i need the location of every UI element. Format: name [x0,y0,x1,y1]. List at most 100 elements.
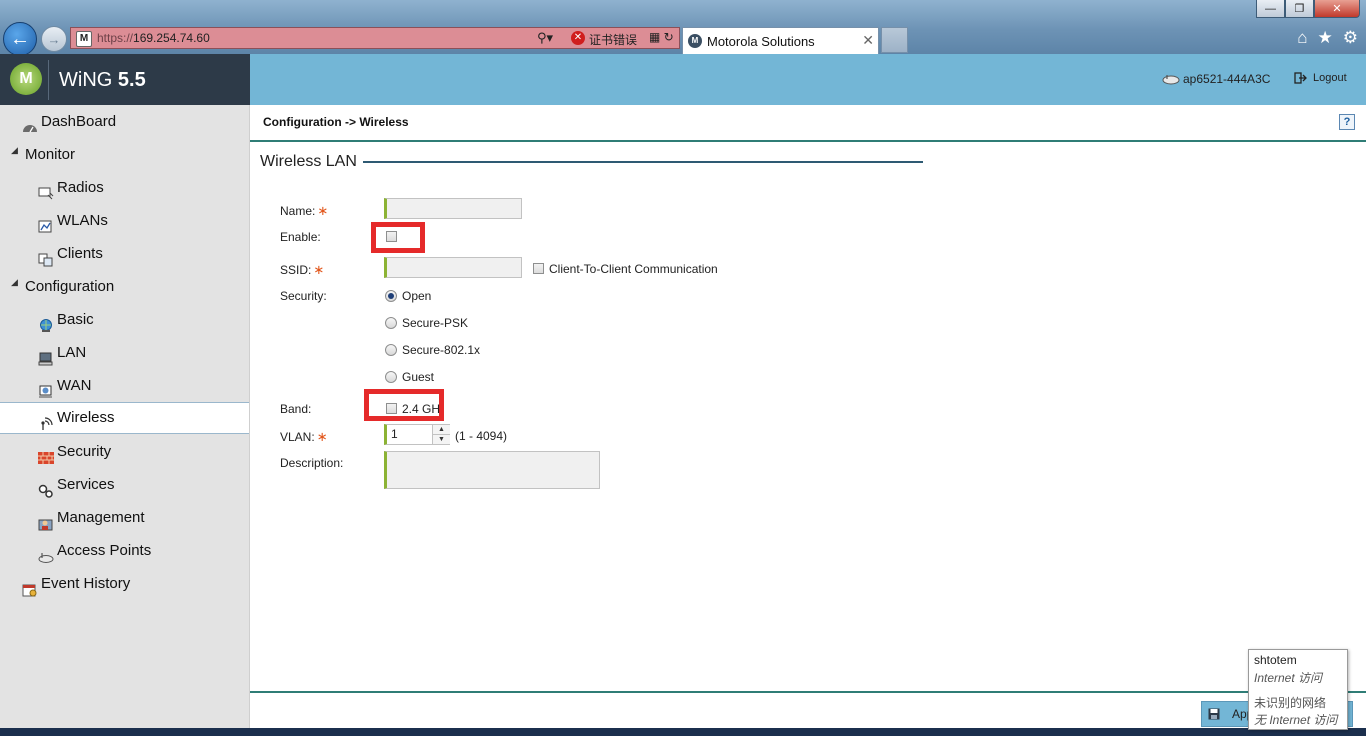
motorola-logo-icon: M [10,63,42,95]
cert-error-icon[interactable]: ✕ [571,31,585,45]
access-point-device-icon [38,544,54,563]
tooltip-unidentified-network: 未识别的网络 [1254,696,1327,710]
maximize-button[interactable]: ❐ [1285,0,1314,18]
calendar-icon [22,577,38,597]
clients-icon [38,247,54,267]
tooltip-network-name: shtotem [1254,653,1297,667]
ssid-label: SSID: ∗ [280,262,325,277]
brand-header: M WiNG 5.5 [0,54,250,105]
band-24ghz-checkbox[interactable] [386,403,397,414]
tab-close-icon[interactable]: ✕ [862,32,874,49]
window-controls: — ❐ ✕ [1256,0,1360,18]
settings-gear-icon[interactable]: ⚙ [1343,28,1358,48]
sidebar-group-monitor[interactable]: Monitor [25,139,75,171]
app-title: WiNG 5.5 [59,69,146,91]
sidebar-item-dashboard[interactable]: DashBoard [22,106,116,138]
services-gears-icon [38,478,54,498]
favorites-star-icon[interactable]: ★ [1318,28,1333,48]
security-radio-guest[interactable] [385,371,397,383]
required-star: ∗ [317,203,329,218]
sidebar: DashBoard ◢ Monitor Radios WLANs Clients… [0,105,250,736]
vlan-value: 1 [391,427,398,441]
description-textarea[interactable] [384,451,600,489]
tab-title: Motorola Solutions [707,34,815,49]
security-option-open: Open [402,289,432,303]
name-input[interactable] [384,198,522,219]
minimize-button[interactable]: — [1256,0,1285,18]
required-star: ∗ [316,429,328,444]
close-window-button[interactable]: ✕ [1314,0,1360,18]
sidebar-item-clients[interactable]: Clients [38,238,103,270]
sidebar-item-services[interactable]: Services [38,469,115,501]
help-button[interactable]: ? [1339,114,1355,130]
sidebar-item-radios[interactable]: Radios [38,172,104,204]
browser-tab[interactable]: M Motorola Solutions ✕ [682,27,879,54]
browser-chrome: — ❐ ✕ ← → M https://169.254.74.60 ⚲▾ ✕ 证… [0,0,1366,56]
vlan-range: (1 - 4094) [455,429,508,443]
new-tab-button[interactable] [881,27,908,53]
vlan-spin-buttons: ▲ ▼ [432,425,450,444]
sidebar-item-wan[interactable]: WAN [38,370,91,402]
motorola-favicon-icon: M [688,34,702,48]
security-radio-open[interactable] [385,290,397,302]
enable-checkbox[interactable] [386,231,397,242]
logout-icon [1294,72,1307,84]
security-option-guest: Guest [402,370,435,384]
sidebar-item-event-history[interactable]: Event History [22,568,130,600]
brand-divider [48,60,49,100]
wlan-chart-icon [38,214,54,233]
lan-computer-icon [38,346,54,366]
forward-button[interactable]: → [41,26,67,52]
monitor-collapse-icon[interactable]: ◢ [11,145,18,156]
name-label: Name: ∗ [280,203,329,218]
sidebar-item-basic[interactable]: Basic [38,304,94,336]
breadcrumb: Configuration -> Wireless [263,115,409,129]
wireless-antenna-icon [38,411,54,430]
top-bar: ap6521-444A3C Logout [250,54,1366,105]
sidebar-item-management[interactable]: Management [38,502,145,534]
search-icon[interactable]: ⚲▾ [537,30,553,46]
ssid-input[interactable] [384,257,522,278]
band-24ghz-label: 2.4 GH [402,402,441,416]
site-favicon-icon: M [76,31,92,47]
access-point-icon [1162,75,1180,85]
device-name: ap6521-444A3C [1183,72,1271,86]
sidebar-item-wlans[interactable]: WLANs [38,205,108,237]
security-option-psk: Secure-PSK [402,316,469,330]
logout-label: Logout [1313,72,1347,84]
forward-arrow-icon: → [47,31,61,47]
sidebar-group-configuration[interactable]: Configuration [25,271,114,303]
breadcrumb-bar: Configuration -> Wireless ? [250,105,1366,142]
section-header: Wireless LAN [260,153,923,171]
security-radio-8021x[interactable] [385,344,397,356]
address-url[interactable]: https://169.254.74.60 [97,31,210,45]
save-disk-icon [1208,708,1220,720]
security-radio-psk[interactable] [385,317,397,329]
section-title: Wireless LAN [260,153,357,170]
home-icon[interactable]: ⌂ [1297,28,1307,48]
compat-refresh-icons[interactable]: ▦ ↻ [649,30,674,44]
management-user-icon [38,511,54,531]
sidebar-item-access-points[interactable]: Access Points [38,535,151,567]
spin-up-icon[interactable]: ▲ [433,425,450,434]
cert-error-label[interactable]: 证书错误 [589,31,637,48]
globe-icon [38,313,54,332]
wan-globe-icon [38,379,54,398]
sidebar-item-lan[interactable]: LAN [38,337,86,369]
configuration-collapse-icon[interactable]: ◢ [11,277,18,288]
browser-toolbar-icons: ⌂ ★ ⚙ [1297,28,1358,48]
client-to-client-checkbox[interactable] [533,263,544,274]
vlan-label: VLAN: ∗ [280,429,328,444]
spin-down-icon[interactable]: ▼ [433,434,450,444]
back-arrow-icon: ← [10,27,30,50]
device-indicator: ap6521-444A3C [1162,72,1270,86]
sidebar-item-wireless[interactable]: Wireless [0,402,249,434]
security-option-8021x: Secure-802.1x [402,343,481,357]
band-label: Band: [280,402,312,416]
address-bar[interactable]: M https://169.254.74.60 ⚲▾ ✕ 证书错误 ▦ ↻ [70,27,680,49]
sidebar-item-security[interactable]: Security [38,436,111,468]
back-button[interactable]: ← [3,22,37,56]
logout-link[interactable]: Logout [1294,72,1347,84]
network-status-tooltip: shtotem Internet 访问 未识别的网络 无 Internet 访问 [1248,649,1348,730]
tooltip-no-internet: 无 Internet 访问 [1254,713,1338,727]
